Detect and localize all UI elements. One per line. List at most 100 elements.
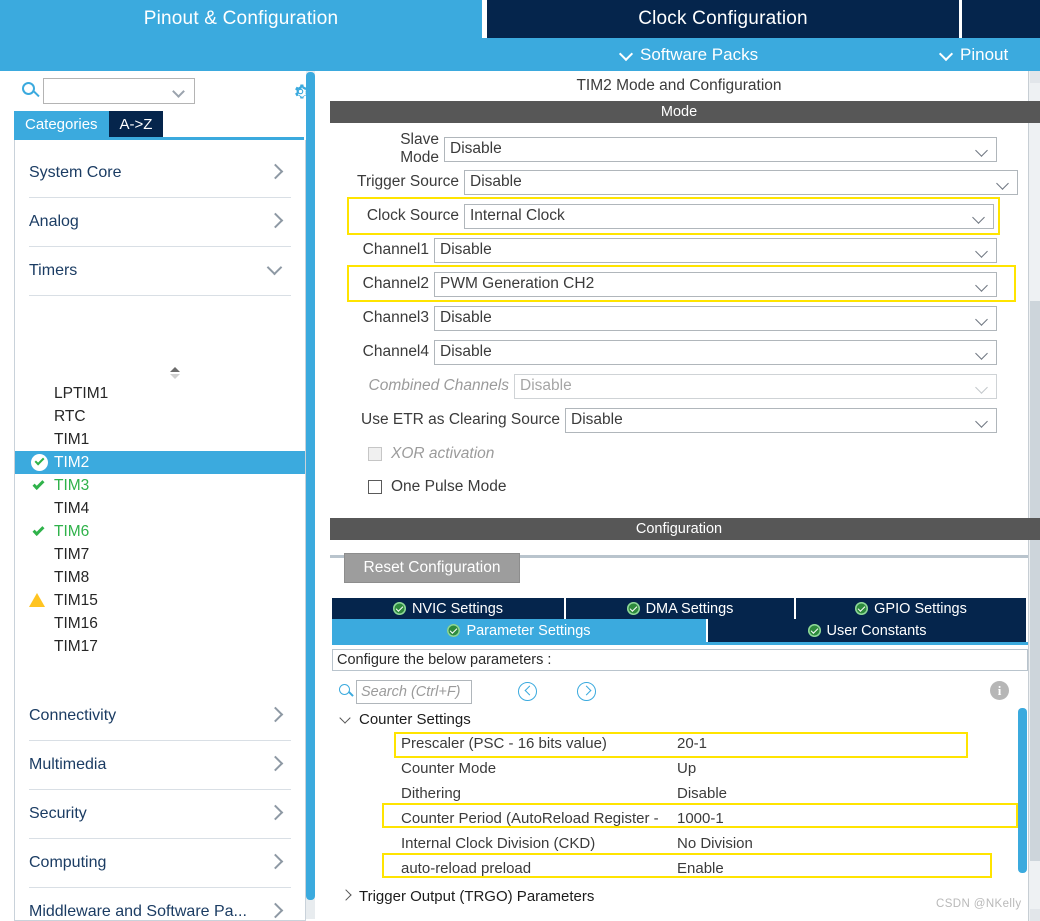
sidebar-search-row — [0, 71, 330, 111]
list-item[interactable]: TIM3 — [15, 474, 305, 497]
configure-note: Configure the below parameters : — [332, 649, 1028, 671]
checkbox-one-pulse-mode[interactable]: One Pulse Mode — [368, 478, 506, 496]
field-clock-source-select[interactable]: Internal Clock — [464, 204, 994, 229]
window-scrollbar-thumb[interactable] — [1030, 301, 1040, 861]
segment-a-to-z[interactable]: A->Z — [109, 111, 164, 137]
list-item[interactable]: TIM7 — [15, 543, 305, 566]
next-match-button[interactable] — [577, 682, 596, 701]
param-value: Enable — [677, 860, 724, 877]
sidebar-item-middleware[interactable]: Middleware and Software Pa... — [29, 888, 291, 921]
sidebar-item-timers[interactable]: Timers — [29, 247, 291, 296]
tab-dma-settings[interactable]: DMA Settings — [564, 598, 794, 619]
sidebar-item-analog[interactable]: Analog — [29, 198, 291, 247]
sidebar-item-connectivity[interactable]: Connectivity — [29, 692, 291, 741]
chevron-down-icon — [974, 213, 985, 221]
check-icon — [31, 523, 48, 540]
field-channel2: Channel2 PWM Generation CH2 — [362, 271, 997, 297]
table-row[interactable]: Counter Period (AutoReload Register - 10… — [332, 806, 1028, 831]
tab-gpio-settings[interactable]: GPIO Settings — [794, 598, 1026, 619]
field-channel1-select[interactable]: Disable — [434, 238, 997, 263]
list-item[interactable]: LPTIM1 — [15, 382, 305, 405]
chevron-down-icon — [998, 179, 1009, 187]
segment-categories[interactable]: Categories — [14, 111, 109, 137]
list-item[interactable]: TIM4 — [15, 497, 305, 520]
tab-nvic-settings[interactable]: NVIC Settings — [332, 598, 564, 619]
sidebar-item-computing[interactable]: Computing — [29, 839, 291, 888]
tab-clock-configuration-label: Clock Configuration — [638, 8, 808, 30]
sidebar-scrollbar-thumb[interactable] — [306, 72, 315, 900]
field-use-etr-select[interactable]: Disable — [565, 408, 997, 433]
field-channel3-select[interactable]: Disable — [434, 306, 997, 331]
param-name: Internal Clock Division (CKD) — [401, 835, 595, 852]
tab-user-constants-label: User Constants — [827, 623, 927, 639]
table-row[interactable]: Internal Clock Division (CKD) No Divisio… — [332, 831, 1028, 856]
sidebar-item-system-core[interactable]: System Core — [29, 149, 291, 198]
field-trigger-source-label: Trigger Source — [356, 173, 464, 191]
sidebar-bottom-categories: Connectivity Multimedia Security Computi… — [15, 692, 305, 921]
field-slave-mode-select[interactable]: Disable — [444, 137, 997, 162]
configuration-section-header-label: Configuration — [636, 521, 722, 537]
field-channel2-select[interactable]: PWM Generation CH2 — [434, 272, 997, 297]
peripheral-list-spinner[interactable] — [167, 367, 183, 383]
sidebar-item-middleware-label: Middleware and Software Pa... — [29, 903, 247, 921]
param-group-trgo[interactable]: Trigger Output (TRGO) Parameters — [332, 885, 1028, 908]
menu-pinout[interactable]: Pinout — [940, 38, 1008, 71]
field-channel3-label: Channel3 — [362, 309, 434, 327]
menu-software-packs[interactable]: Software Packs — [620, 38, 758, 71]
chevron-down-icon — [340, 713, 353, 726]
mode-section-header: Mode — [330, 101, 1028, 123]
list-item[interactable]: TIM17 — [15, 635, 305, 658]
mode-section-body: Slave Mode Disable Trigger Source Disabl… — [330, 123, 1028, 558]
timer-peripheral-list: LPTIM1 RTC TIM1 TIM2 TIM3 TIM4 — [15, 382, 305, 658]
tab-pinout-and-configuration[interactable]: Pinout & Configuration — [0, 0, 482, 38]
window-scrollbar[interactable] — [1028, 71, 1040, 921]
field-trigger-source: Trigger Source Disable — [356, 169, 1018, 195]
field-clock-source: Clock Source Internal Clock — [357, 203, 994, 229]
list-item[interactable]: TIM6 — [15, 520, 305, 543]
sidebar-search-combo[interactable] — [43, 78, 195, 104]
tab-dma-settings-label: DMA Settings — [646, 601, 734, 617]
scroll-down-button[interactable] — [1030, 909, 1040, 921]
field-channel4-select[interactable]: Disable — [434, 340, 997, 365]
sidebar-view-toggle: Categories A->Z — [14, 111, 163, 137]
table-row[interactable]: auto-reload preload Enable — [332, 856, 1028, 881]
tab-parameter-settings[interactable]: Parameter Settings — [332, 619, 706, 642]
field-slave-mode: Slave Mode Disable — [362, 136, 997, 162]
field-channel4: Channel4 Disable — [362, 339, 997, 365]
info-icon[interactable]: i — [990, 681, 1009, 700]
list-item[interactable]: TIM16 — [15, 612, 305, 635]
list-item[interactable]: TIM8 — [15, 566, 305, 589]
list-item[interactable]: TIM1 — [15, 428, 305, 451]
configure-note-label: Configure the below parameters : — [337, 652, 551, 668]
tab-clock-configuration[interactable]: Clock Configuration — [487, 0, 959, 38]
tab-user-constants[interactable]: User Constants — [706, 619, 1026, 642]
field-slave-mode-label: Slave Mode — [362, 131, 444, 167]
checkbox-one-pulse-mode-box[interactable] — [368, 480, 382, 494]
previous-match-button[interactable] — [518, 682, 537, 701]
sidebar-item-multimedia[interactable]: Multimedia — [29, 741, 291, 790]
table-row[interactable]: Counter Mode Up — [332, 756, 1028, 781]
sidebar-item-security[interactable]: Security — [29, 790, 291, 839]
table-row[interactable]: Prescaler (PSC - 16 bits value) 20-1 — [332, 731, 1028, 756]
tab-parameter-settings-label: Parameter Settings — [466, 623, 590, 639]
sidebar-item-system-core-label: System Core — [29, 164, 121, 182]
field-trigger-source-select[interactable]: Disable — [464, 170, 1018, 195]
chevron-down-icon — [174, 87, 185, 94]
table-row[interactable]: Dithering Disable — [332, 781, 1028, 806]
checkbox-one-pulse-mode-label: One Pulse Mode — [391, 478, 506, 496]
tab-overflow[interactable] — [962, 0, 1040, 38]
parameter-search-input[interactable]: Search (Ctrl+F) — [356, 680, 472, 704]
watermark-label: CSDN @NKelly — [936, 898, 1022, 910]
parameter-table-scrollbar-thumb[interactable] — [1018, 708, 1027, 873]
scroll-up-button[interactable] — [1030, 71, 1040, 83]
chevron-right-icon — [269, 806, 281, 818]
list-item[interactable]: TIM15 — [15, 589, 305, 612]
param-value: Up — [677, 760, 696, 777]
list-item[interactable]: RTC — [15, 405, 305, 428]
reset-configuration-button[interactable]: Reset Configuration — [344, 553, 520, 583]
param-group-counter-settings[interactable]: Counter Settings — [332, 708, 1028, 731]
check-circle-icon — [31, 454, 48, 471]
chevron-right-icon — [269, 855, 281, 867]
list-item-tim2-selected[interactable]: TIM2 — [15, 451, 305, 474]
sidebar-scrollbar[interactable] — [306, 71, 315, 919]
